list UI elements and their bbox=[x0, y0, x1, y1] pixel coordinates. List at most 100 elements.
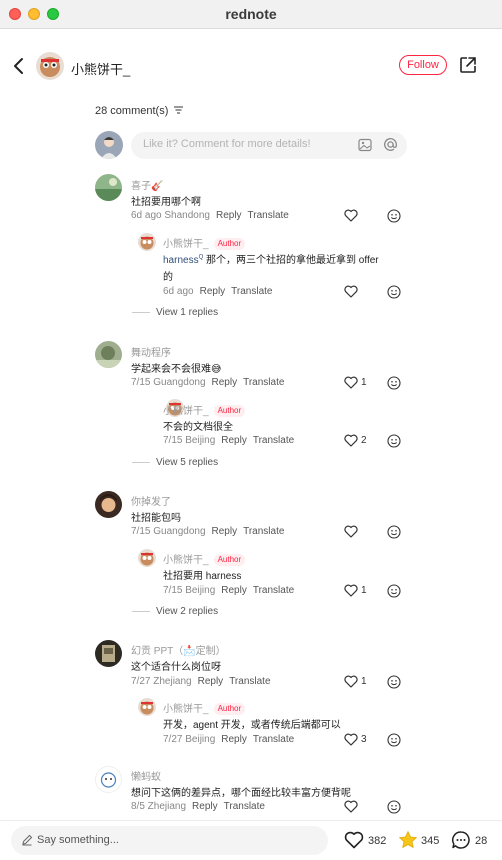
reply-text: harnessQ 那个，两三个社招的拿他最近拿到 offer bbox=[163, 251, 379, 266]
commenter-avatar[interactable] bbox=[95, 174, 122, 201]
comment-date-location: 7/15 Guangdong bbox=[131, 377, 206, 388]
share-icon[interactable] bbox=[459, 56, 477, 74]
commenter-name[interactable]: 懒蚂蚁 bbox=[131, 768, 161, 783]
comment-text: 想问下这俩的差异点，哪个面经比较丰富方便背呢 bbox=[131, 788, 351, 799]
commenter-avatar[interactable] bbox=[95, 640, 122, 667]
reply-link[interactable]: Reply bbox=[221, 435, 247, 446]
like-heart-icon[interactable] bbox=[344, 209, 358, 222]
like-heart-icon[interactable] bbox=[344, 800, 358, 813]
commenter-avatar[interactable] bbox=[95, 341, 122, 368]
comment-bubble-icon[interactable] bbox=[451, 830, 471, 850]
translate-link[interactable]: Translate bbox=[253, 585, 294, 596]
reply-link[interactable]: Reply bbox=[200, 286, 226, 297]
reply-author-name[interactable]: 小熊饼干_ bbox=[163, 704, 209, 715]
comment-meta: 7/27 Zhejiang Reply Translate bbox=[131, 676, 271, 687]
author-name[interactable]: 小熊饼干_ bbox=[71, 59, 130, 78]
reaction-smile-icon[interactable] bbox=[387, 733, 401, 747]
view-replies-label[interactable]: View 5 replies bbox=[156, 457, 218, 468]
reaction-smile-icon[interactable] bbox=[387, 584, 401, 598]
reaction-smile-icon[interactable] bbox=[387, 434, 401, 448]
reaction-smile-icon[interactable] bbox=[387, 285, 401, 299]
translate-link[interactable]: Translate bbox=[224, 801, 265, 812]
comment-input-box[interactable] bbox=[131, 132, 407, 159]
translate-link[interactable]: Translate bbox=[253, 435, 294, 446]
translate-link[interactable]: Translate bbox=[253, 734, 294, 745]
reply-text: 社招要用 harness bbox=[163, 571, 242, 582]
view-replies-label[interactable]: View 1 replies bbox=[156, 307, 218, 318]
mention-at-icon[interactable] bbox=[383, 137, 398, 152]
reply-author-name[interactable]: 小熊饼干_ bbox=[163, 555, 209, 566]
comment-input[interactable] bbox=[143, 138, 343, 150]
like-heart-icon[interactable] bbox=[344, 675, 358, 688]
reply-text: 开发，agent 开发，或者传统后端都可以 bbox=[163, 720, 341, 731]
reply-link[interactable]: Reply bbox=[216, 210, 242, 221]
reply-date: 6d ago bbox=[163, 286, 194, 297]
author-avatar[interactable] bbox=[36, 52, 64, 80]
reaction-smile-icon[interactable] bbox=[387, 209, 401, 223]
author-badge: Author bbox=[213, 238, 246, 251]
translate-link[interactable]: Translate bbox=[243, 526, 284, 537]
translate-link[interactable]: Translate bbox=[243, 377, 284, 388]
like-heart-icon[interactable] bbox=[344, 285, 358, 298]
translate-link[interactable]: Translate bbox=[229, 676, 270, 687]
like-count: 2 bbox=[361, 435, 367, 446]
total-likes-count: 382 bbox=[368, 835, 387, 847]
comment-text: 这个适合什么岗位呀 bbox=[131, 662, 221, 673]
reply-meta: 7/15 Beijing Reply Translate bbox=[163, 435, 294, 446]
reply-author-name[interactable]: 小熊饼干_ bbox=[163, 406, 209, 417]
view-replies-link[interactable]: View 2 replies bbox=[132, 606, 218, 617]
say-something-input[interactable]: Say something... bbox=[11, 826, 328, 855]
comment-text: 社招要用哪个啊 bbox=[131, 197, 201, 208]
commenter-name[interactable]: 舞动程序 bbox=[131, 344, 171, 359]
reply-author[interactable]: 小熊饼干_ Author bbox=[163, 700, 246, 716]
translate-link[interactable]: Translate bbox=[231, 286, 272, 297]
reply-link[interactable]: Reply bbox=[212, 526, 238, 537]
commenter-name[interactable]: 喜子🎸 bbox=[131, 177, 163, 192]
reply-author-name[interactable]: 小熊饼干_ bbox=[163, 239, 209, 250]
comment-date-location: 7/15 Guangdong bbox=[131, 526, 206, 537]
total-stars-count: 345 bbox=[421, 835, 440, 847]
reply-author-avatar[interactable] bbox=[138, 698, 156, 716]
reply-link[interactable]: Reply bbox=[212, 377, 238, 388]
pencil-icon bbox=[22, 834, 33, 846]
like-heart-icon[interactable] bbox=[344, 525, 358, 538]
collect-star-icon[interactable] bbox=[398, 830, 418, 850]
reply-author[interactable]: 小熊饼干_ Author bbox=[163, 402, 246, 418]
like-heart-icon[interactable] bbox=[344, 830, 364, 850]
reply-link[interactable]: Reply bbox=[221, 585, 247, 596]
reply-author-avatar[interactable] bbox=[138, 549, 156, 567]
reply-author-avatar[interactable] bbox=[138, 233, 156, 251]
view-replies-link[interactable]: View 1 replies bbox=[132, 307, 218, 318]
note-header: 小熊饼干_ Follow bbox=[0, 48, 502, 84]
commenter-avatar[interactable] bbox=[95, 766, 122, 793]
translate-link[interactable]: Translate bbox=[248, 210, 289, 221]
commenter-name[interactable]: 幻贡 PPT（📩定制） bbox=[131, 642, 226, 657]
reply-date-location: 7/15 Beijing bbox=[163, 585, 216, 596]
reply-link[interactable]: Reply bbox=[221, 734, 247, 745]
reply-link[interactable]: Reply bbox=[198, 676, 224, 687]
follow-button[interactable]: Follow bbox=[399, 55, 447, 75]
like-heart-icon[interactable] bbox=[344, 733, 358, 746]
view-replies-link[interactable]: View 5 replies bbox=[132, 457, 218, 468]
like-heart-icon[interactable] bbox=[344, 434, 358, 447]
like-heart-icon[interactable] bbox=[344, 584, 358, 597]
window-title: rednote bbox=[225, 6, 277, 22]
comment-meta: 7/15 Guangdong Reply Translate bbox=[131, 526, 284, 537]
image-icon[interactable] bbox=[358, 138, 372, 152]
reaction-smile-icon[interactable] bbox=[387, 800, 401, 814]
view-replies-label[interactable]: View 2 replies bbox=[156, 606, 218, 617]
sort-icon[interactable] bbox=[174, 105, 184, 117]
mention-link[interactable]: harness bbox=[163, 255, 199, 266]
commenter-avatar[interactable] bbox=[95, 491, 122, 518]
reaction-smile-icon[interactable] bbox=[387, 675, 401, 689]
reply-text-line1: 那个，两三个社招的拿他最近拿到 offer bbox=[203, 255, 379, 266]
like-heart-icon[interactable] bbox=[344, 376, 358, 389]
reply-author[interactable]: 小熊饼干_ Author bbox=[163, 235, 246, 251]
reply-link[interactable]: Reply bbox=[192, 801, 218, 812]
say-something-placeholder: Say something... bbox=[37, 834, 119, 846]
commenter-name[interactable]: 你掉发了 bbox=[131, 493, 171, 508]
reaction-smile-icon[interactable] bbox=[387, 376, 401, 390]
reply-author[interactable]: 小熊饼干_ Author bbox=[163, 551, 246, 567]
back-arrow-icon[interactable] bbox=[11, 56, 27, 76]
reaction-smile-icon[interactable] bbox=[387, 525, 401, 539]
